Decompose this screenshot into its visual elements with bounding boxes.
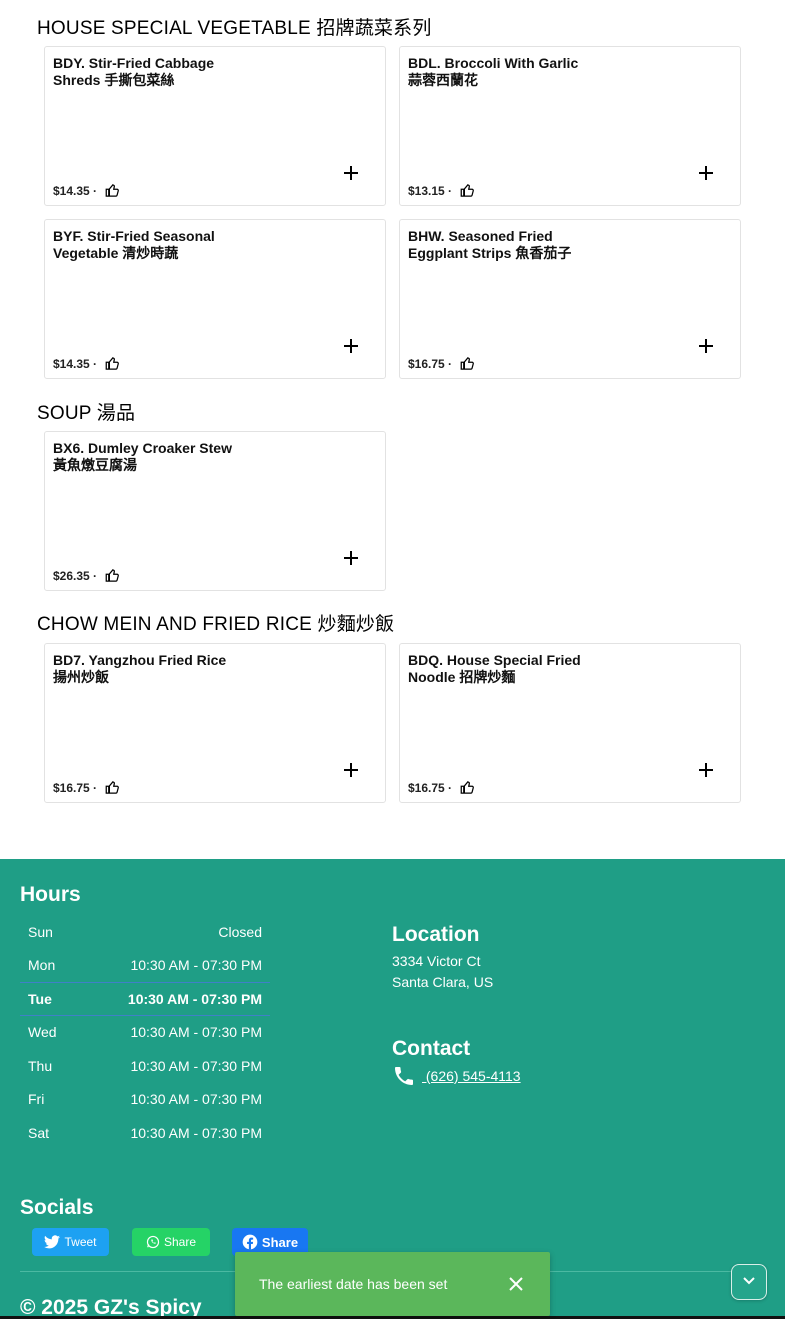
thumb-up-icon[interactable] (460, 780, 476, 796)
menu-item-name: BDL. Broccoli With Garlic 蒜蓉西蘭花 (408, 55, 579, 88)
hours-time: 10:30 AM - 07:30 PM (130, 1024, 262, 1041)
menu-item-name: BX6. Dumley Croaker Stew 黃魚燉豆腐湯 (53, 440, 232, 473)
menu-item-price: $14.35 · (53, 357, 98, 371)
thumb-up-icon[interactable] (460, 183, 476, 199)
hours-table: Sun Closed Mon 10:30 AM - 07:30 PM Tue 10:3… (20, 915, 270, 1150)
address-line2: Santa Clara, US (392, 974, 494, 990)
hours-day: Fri (28, 1091, 45, 1108)
hours-title: Hours (20, 883, 81, 906)
hours-row: Mon 10:30 AM - 07:30 PM (20, 949, 270, 983)
thumb-up-icon[interactable] (105, 780, 121, 796)
menu-item-card[interactable]: BDL. Broccoli With Garlic 蒜蓉西蘭花 $13.15 · (399, 46, 741, 206)
add-to-cart-icon[interactable] (696, 163, 716, 183)
hours-row-today: Tue 10:30 AM - 07:30 PM (20, 982, 270, 1016)
menu-item-price: $16.75 · (408, 781, 453, 795)
site-footer: Hours Sun Closed Mon 10:30 AM - 07:30 PM T… (0, 859, 785, 1319)
menu-item-price: $26.35 · (53, 569, 98, 583)
socials-title: Socials (20, 1196, 94, 1219)
menu-item-name: BYF. Stir-Fried Seasonal Vegetable 清炒時蔬 (53, 228, 215, 261)
hours-day: Mon (28, 957, 56, 974)
phone-link[interactable]: (626) 545-4113 (392, 1064, 521, 1088)
phone-icon (392, 1064, 416, 1088)
menu-item-card[interactable]: BYF. Stir-Fried Seasonal Vegetable 清炒時蔬 … (44, 219, 386, 379)
menu-item-card[interactable]: BDY. Stir-Fried Cabbage Shreds 手撕包菜絲 $14… (44, 46, 386, 206)
hours-row: Thu 10:30 AM - 07:30 PM (20, 1049, 270, 1083)
hours-time: Closed (218, 923, 262, 940)
menu-item-name: BDY. Stir-Fried Cabbage Shreds 手撕包菜絲 (53, 55, 215, 88)
twitter-icon (44, 1235, 61, 1249)
tweet-label: Tweet (64, 1235, 97, 1249)
menu-item-price: $16.75 · (408, 357, 453, 371)
thumb-up-icon[interactable] (105, 356, 121, 372)
menu-item-card[interactable]: BHW. Seasoned Fried Eggplant Strips 魚香茄子… (399, 219, 741, 379)
hours-row: Fri 10:30 AM - 07:30 PM (20, 1083, 270, 1117)
section-title-soup: SOUP 湯品 (37, 403, 136, 424)
hours-row: Sun Closed (20, 915, 270, 949)
menu-item-price: $14.35 · (53, 184, 98, 198)
hours-time: 10:30 AM - 07:30 PM (130, 1057, 262, 1074)
hours-day: Sat (28, 1124, 50, 1141)
thumb-up-icon[interactable] (105, 568, 121, 584)
contact-title: Contact (392, 1037, 471, 1060)
menu-item-card[interactable]: BD7. Yangzhou Fried Rice 揚州炒飯 $16.75 · (44, 643, 386, 803)
hours-time: 10:30 AM - 07:30 PM (130, 1091, 262, 1108)
address-line1: 3334 Victor Ct (392, 953, 481, 969)
whatsapp-share-button[interactable]: Share (132, 1228, 210, 1256)
menu-item-price: $16.75 · (53, 781, 98, 795)
whatsapp-label: Share (163, 1235, 197, 1249)
whatsapp-icon (146, 1235, 160, 1249)
add-to-cart-icon[interactable] (341, 760, 361, 780)
menu-item-card[interactable]: BX6. Dumley Croaker Stew 黃魚燉豆腐湯 $26.35 · (44, 431, 386, 591)
hours-time: 10:30 AM - 07:30 PM (130, 957, 262, 974)
snackbar-message: The earliest date has been set (259, 1276, 448, 1292)
add-to-cart-icon[interactable] (341, 548, 361, 568)
menu-item-name: BD7. Yangzhou Fried Rice 揚州炒飯 (53, 652, 227, 685)
add-to-cart-icon[interactable] (341, 336, 361, 356)
add-to-cart-icon[interactable] (341, 163, 361, 183)
twitter-share-button[interactable]: Tweet (32, 1228, 109, 1256)
hours-day: Tue (28, 990, 52, 1007)
scroll-down-button[interactable] (731, 1264, 767, 1300)
menu-item-price: $13.15 · (408, 184, 453, 198)
hours-day: Sun (28, 923, 53, 940)
add-to-cart-icon[interactable] (696, 336, 716, 356)
phone-number: (626) 545-4113 (422, 1068, 521, 1084)
location-title: Location (392, 923, 480, 946)
thumb-up-icon[interactable] (460, 356, 476, 372)
hours-day: Wed (28, 1024, 57, 1041)
add-to-cart-icon[interactable] (696, 760, 716, 780)
menu-item-name: BHW. Seasoned Fried Eggplant Strips 魚香茄子 (408, 228, 572, 261)
hours-row: Sat 10:30 AM - 07:30 PM (20, 1116, 270, 1150)
section-title-vegetable: HOUSE SPECIAL VEGETABLE 招牌蔬菜系列 (37, 18, 432, 39)
close-icon[interactable] (506, 1274, 526, 1294)
snackbar: The earliest date has been set (235, 1252, 550, 1316)
hours-time: 10:30 AM - 07:30 PM (130, 1124, 262, 1141)
hours-row: Wed 10:30 AM - 07:30 PM (20, 1016, 270, 1050)
section-title-chowmein: CHOW MEIN AND FRIED RICE 炒麵炒飯 (37, 614, 395, 635)
facebook-label: Share (261, 1234, 299, 1250)
hours-time: 10:30 AM - 07:30 PM (127, 990, 262, 1007)
chevron-down-icon (742, 1273, 756, 1292)
facebook-icon (242, 1234, 258, 1250)
menu-item-name: BDQ. House Special Fried Noodle 招牌炒麵 (408, 652, 581, 685)
thumb-up-icon[interactable] (105, 183, 121, 199)
hours-day: Thu (28, 1057, 53, 1074)
menu-item-card[interactable]: BDQ. House Special Fried Noodle 招牌炒麵 $16… (399, 643, 741, 803)
